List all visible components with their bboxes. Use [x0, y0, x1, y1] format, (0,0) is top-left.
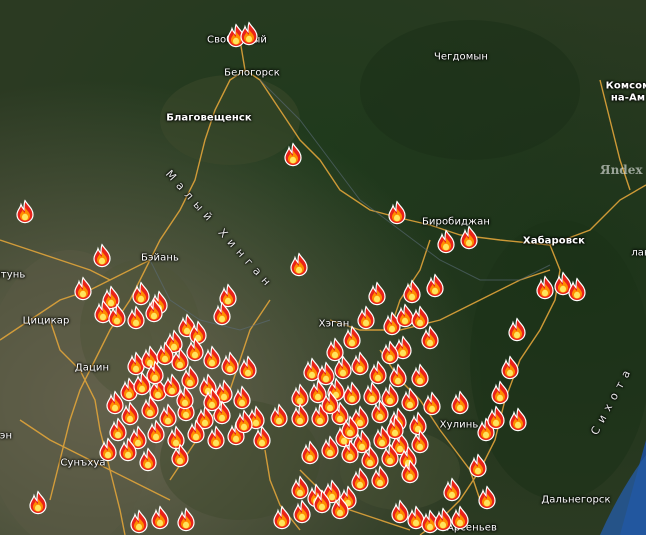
flame-icon[interactable] [442, 477, 462, 502]
flame-icon[interactable] [370, 465, 390, 490]
flame-icon[interactable] [202, 387, 222, 412]
flame-icon[interactable] [252, 425, 272, 450]
flame-icon[interactable] [420, 325, 440, 350]
flame-icon[interactable] [300, 440, 320, 465]
flame-icon[interactable] [320, 390, 340, 415]
label-beyan: Бэйань [140, 252, 180, 264]
flame-icon[interactable] [272, 505, 292, 530]
flame-icon[interactable] [140, 395, 160, 420]
flame-icon[interactable] [144, 298, 164, 323]
label-khulin: Хулинь [439, 419, 479, 431]
label-birobidzhan: Биробиджан [421, 216, 491, 228]
flame-icon[interactable] [567, 277, 587, 302]
flame-icon[interactable] [15, 199, 35, 224]
flame-icon[interactable] [350, 467, 370, 492]
flame-icon[interactable] [367, 281, 387, 306]
flame-icon[interactable] [500, 355, 520, 380]
flame-icon[interactable] [387, 200, 407, 225]
flame-icon[interactable] [175, 385, 195, 410]
flame-icon[interactable] [202, 345, 222, 370]
flame-icon[interactable] [330, 495, 350, 520]
flame-icon[interactable] [342, 325, 362, 350]
flame-icon[interactable] [150, 505, 170, 530]
flame-icon[interactable] [320, 435, 340, 460]
flame-icon[interactable] [145, 360, 165, 385]
label-blagoveshchensk: Благовещенск [166, 112, 252, 124]
flame-icon[interactable] [118, 437, 138, 462]
label-lan: лань [631, 247, 646, 259]
flame-icon[interactable] [239, 21, 259, 46]
flame-icon[interactable] [212, 301, 232, 326]
flame-icon[interactable] [238, 355, 258, 380]
flame-icon[interactable] [290, 403, 310, 428]
label-khabarovsk: Хабаровск [522, 235, 586, 247]
label-edge-en: эн [0, 430, 13, 442]
flame-icon[interactable] [436, 229, 456, 254]
flame-icon[interactable] [289, 252, 309, 277]
flame-icon[interactable] [340, 439, 360, 464]
label-datsin: Дацин [74, 362, 110, 374]
flame-icon[interactable] [220, 351, 240, 376]
flame-icon[interactable] [340, 415, 360, 440]
label-komsomolsk-1: Комсом [605, 80, 646, 92]
flame-icon[interactable] [490, 380, 510, 405]
flame-icon[interactable] [129, 509, 149, 534]
flame-icon[interactable] [477, 485, 497, 510]
flame-icon[interactable] [126, 305, 146, 330]
flame-icon[interactable] [73, 276, 93, 301]
flame-icon[interactable] [107, 303, 127, 328]
flame-icon[interactable] [92, 243, 112, 268]
flame-icon[interactable] [146, 419, 166, 444]
label-tsitsikar: Цицикар [22, 315, 70, 327]
label-chegdomyn: Чегдомын [433, 51, 489, 63]
flame-icon[interactable] [234, 409, 254, 434]
yandex-watermark: Яndex [600, 163, 643, 177]
flame-icon[interactable] [292, 499, 312, 524]
flame-icon[interactable] [206, 425, 226, 450]
flame-icon[interactable] [385, 415, 405, 440]
flame-icon[interactable] [283, 142, 303, 167]
label-dalnegorsk: Дальнегорск [541, 494, 611, 506]
satellite-map[interactable]: Яndex Свободный Белогорск Благовещенск Ч… [0, 0, 646, 535]
flame-icon[interactable] [468, 453, 488, 478]
flame-icon[interactable] [508, 407, 528, 432]
flame-icon[interactable] [380, 443, 400, 468]
flame-icon[interactable] [350, 351, 370, 376]
flame-icon[interactable] [176, 507, 196, 532]
flame-icon[interactable] [98, 437, 118, 462]
flame-icon[interactable] [312, 489, 332, 514]
label-belogorsk: Белогорск [224, 67, 280, 79]
flame-icon[interactable] [400, 459, 420, 484]
flame-icon[interactable] [535, 275, 555, 300]
flame-icon[interactable] [459, 225, 479, 250]
flame-icon[interactable] [28, 490, 48, 515]
flame-icon[interactable] [402, 279, 422, 304]
label-komsomolsk-2: на-Ам [610, 92, 646, 104]
flame-icon[interactable] [486, 405, 506, 430]
flame-icon[interactable] [138, 447, 158, 472]
flame-icon[interactable] [507, 317, 527, 342]
flame-icon[interactable] [450, 505, 470, 530]
flame-icon[interactable] [425, 273, 445, 298]
label-edge-tyn: ятунь [0, 269, 26, 281]
flame-icon[interactable] [410, 363, 430, 388]
flame-icon[interactable] [186, 419, 206, 444]
flame-icon[interactable] [450, 390, 470, 415]
flame-icon[interactable] [170, 443, 190, 468]
flame-icon[interactable] [269, 403, 289, 428]
